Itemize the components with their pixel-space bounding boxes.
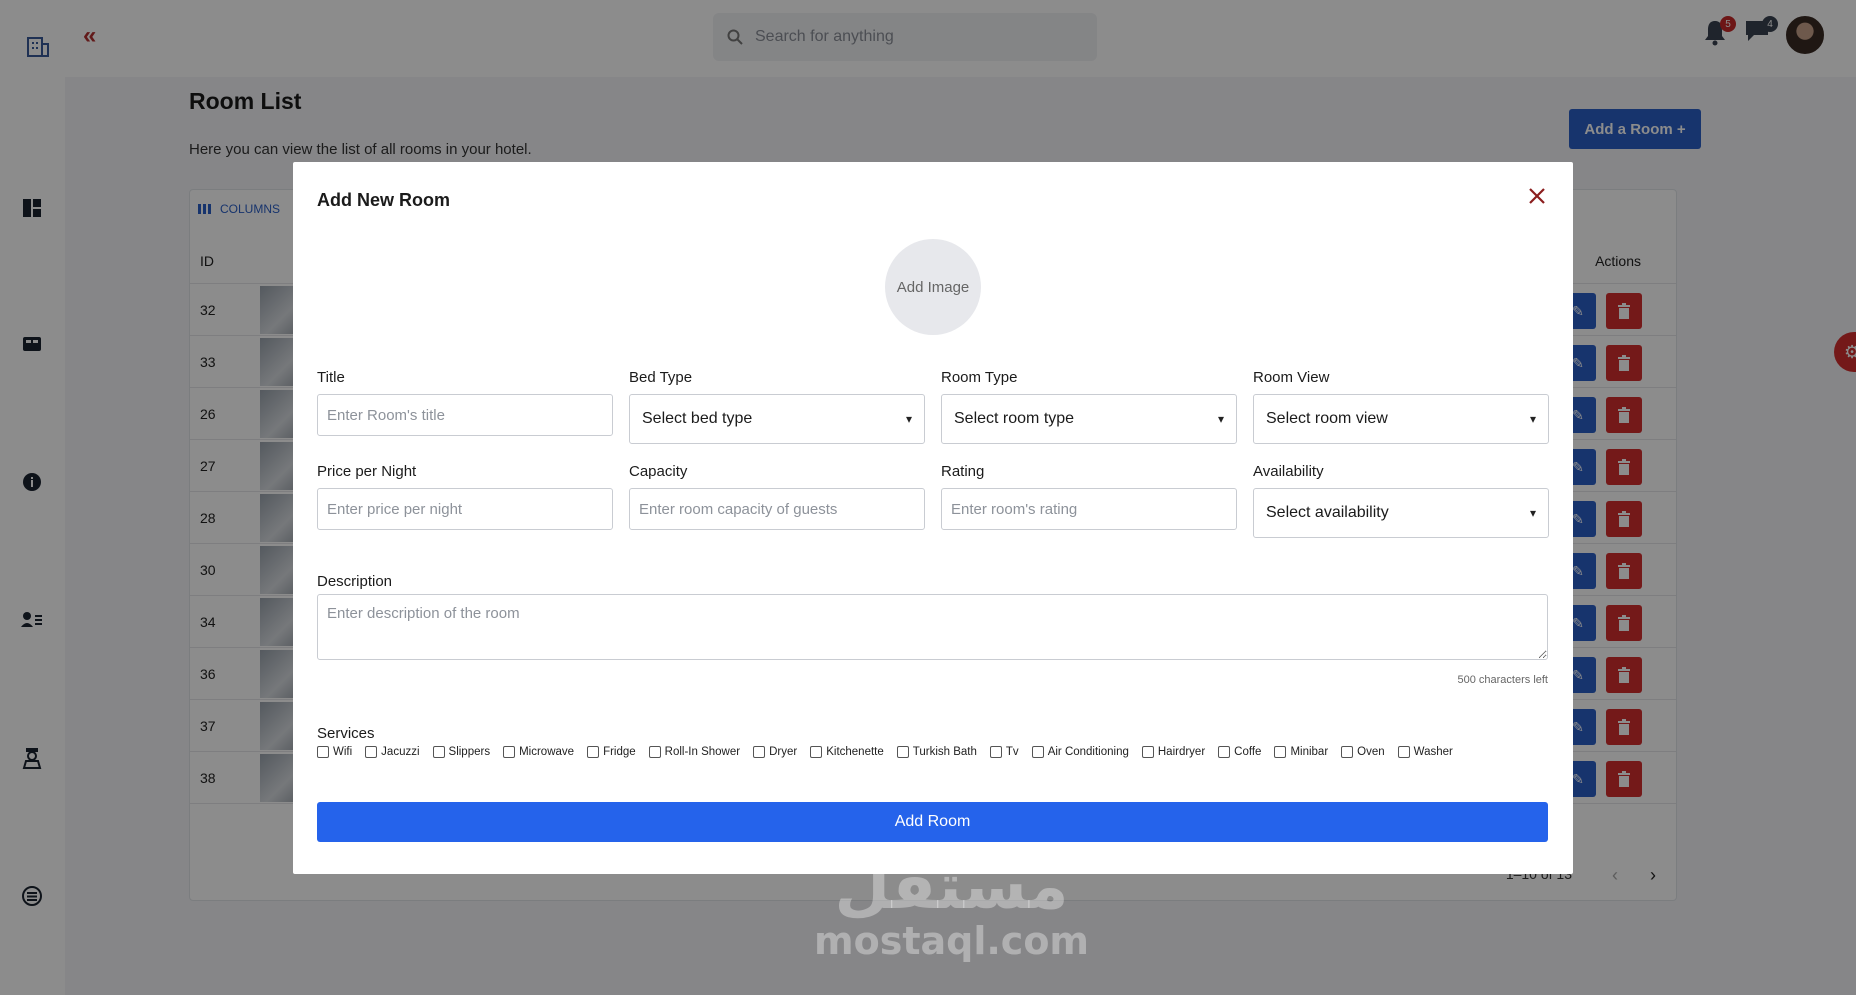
chevron-down-icon: ▾	[1529, 506, 1536, 520]
checkbox[interactable]	[432, 746, 445, 758]
checkbox[interactable]	[503, 746, 516, 758]
checkbox[interactable]	[317, 746, 329, 758]
chevron-down-icon: ▾	[905, 412, 912, 426]
room-type-select[interactable]: Select room type ▾	[941, 394, 1237, 444]
service-checkbox-kitchenette[interactable]: Kitchenette	[810, 746, 884, 758]
bed-type-label: Bed Type	[629, 369, 693, 386]
service-label: Washer	[1413, 746, 1453, 758]
chevron-down-icon: ▾	[1217, 412, 1224, 426]
service-checkbox-slippers[interactable]: Slippers	[432, 746, 491, 758]
checkbox[interactable]	[1031, 746, 1044, 758]
chevron-down-icon: ▾	[1529, 412, 1536, 426]
capacity-input[interactable]	[629, 488, 925, 530]
service-checkbox-coffe[interactable]: Coffe	[1218, 746, 1261, 758]
add-room-submit-button[interactable]: Add Room	[317, 802, 1548, 842]
add-room-modal: Add New Room Add Image Title Bed Type Se…	[293, 162, 1573, 874]
service-label: Kitchenette	[826, 746, 884, 758]
modal-title: Add New Room	[317, 190, 450, 210]
checkbox[interactable]	[753, 746, 766, 758]
room-type-label: Room Type	[941, 369, 1018, 386]
service-checkbox-turkish-bath[interactable]: Turkish Bath	[896, 746, 977, 758]
room-view-select[interactable]: Select room view ▾	[1253, 394, 1549, 444]
description-textarea[interactable]	[317, 594, 1548, 660]
checkbox[interactable]	[1141, 746, 1154, 758]
room-view-value: Select room view	[1266, 410, 1388, 427]
service-label: Hairdryer	[1157, 746, 1206, 758]
availability-select[interactable]: Select availability ▾	[1253, 488, 1549, 538]
service-checkbox-wifi[interactable]: Wifi	[317, 746, 352, 758]
availability-value: Select availability	[1266, 504, 1389, 521]
checkbox[interactable]	[1274, 746, 1287, 758]
service-label: Microwave	[519, 746, 575, 758]
services-checkbox-group: Wifi Jacuzzi Slippers Microwave Fridge Roll-I…	[317, 746, 1453, 758]
service-label: Turkish Bath	[912, 746, 977, 758]
service-label: Jacuzzi	[381, 746, 420, 758]
room-view-label: Room View	[1253, 369, 1330, 386]
characters-left-counter: 500 characters left	[1457, 674, 1549, 686]
checkbox[interactable]	[648, 746, 661, 758]
add-image-button[interactable]: Add Image	[885, 239, 981, 335]
service-label: Slippers	[448, 746, 491, 758]
service-checkbox-hairdryer[interactable]: Hairdryer	[1141, 746, 1206, 758]
capacity-label: Capacity	[629, 463, 688, 480]
checkbox[interactable]	[1218, 746, 1231, 758]
checkbox[interactable]	[989, 746, 1002, 758]
checkbox[interactable]	[365, 746, 378, 758]
services-label: Services	[317, 725, 375, 742]
service-checkbox-tv[interactable]: Tv	[989, 746, 1019, 758]
service-label: Fridge	[603, 746, 636, 758]
service-label: Air Conditioning	[1047, 746, 1129, 758]
checkbox[interactable]	[896, 746, 909, 758]
price-label: Price per Night	[317, 463, 417, 480]
close-icon[interactable]	[1523, 182, 1551, 210]
checkbox[interactable]	[810, 746, 823, 758]
service-label: Roll-In Shower	[664, 746, 741, 758]
title-input[interactable]	[317, 394, 613, 436]
service-label: Coffe	[1234, 746, 1262, 758]
service-checkbox-dryer[interactable]: Dryer	[753, 746, 797, 758]
service-checkbox-oven[interactable]: Oven	[1341, 746, 1385, 758]
availability-label: Availability	[1253, 463, 1324, 480]
service-checkbox-washer[interactable]: Washer	[1397, 746, 1453, 758]
service-checkbox-roll-in-shower[interactable]: Roll-In Shower	[648, 746, 741, 758]
watermark-latin: mostaql.com	[814, 919, 1090, 963]
service-checkbox-fridge[interactable]: Fridge	[587, 746, 636, 758]
bed-type-select[interactable]: Select bed type ▾	[629, 394, 925, 444]
service-label: Minibar	[1290, 746, 1329, 758]
bed-type-value: Select bed type	[642, 410, 753, 427]
service-label: Wifi	[333, 746, 353, 758]
service-checkbox-jacuzzi[interactable]: Jacuzzi	[365, 746, 420, 758]
rating-label: Rating	[941, 463, 985, 480]
service-label: Tv	[1005, 746, 1019, 758]
price-input[interactable]	[317, 488, 613, 530]
description-label: Description	[317, 573, 393, 590]
service-checkbox-air-conditioning[interactable]: Air Conditioning	[1031, 746, 1129, 758]
service-label: Oven	[1357, 746, 1385, 758]
title-label: Title	[317, 369, 345, 386]
room-type-value: Select room type	[954, 410, 1075, 427]
service-checkbox-minibar[interactable]: Minibar	[1274, 746, 1328, 758]
checkbox[interactable]	[587, 746, 600, 758]
service-checkbox-microwave[interactable]: Microwave	[503, 746, 574, 758]
checkbox[interactable]	[1341, 746, 1354, 758]
service-label: Dryer	[769, 746, 798, 758]
checkbox[interactable]	[1397, 746, 1410, 758]
rating-input[interactable]	[941, 488, 1237, 530]
